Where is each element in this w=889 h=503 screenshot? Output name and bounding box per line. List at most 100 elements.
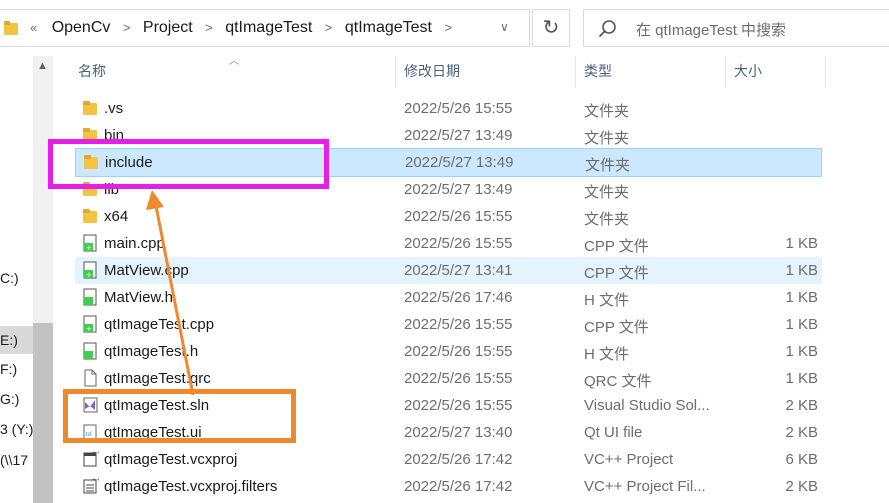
nav-drive-e[interactable]: E:) <box>0 326 33 354</box>
address-dropdown-icon[interactable]: ∨ <box>500 20 509 34</box>
file-name: qtImageTest.vcxproj.filters <box>104 478 278 495</box>
file-row-hover[interactable]: + MatView.cpp 2022/5/27 13:41 CPP 文件 1 K… <box>75 257 822 284</box>
file-date: 2022/5/26 17:42 <box>404 451 513 468</box>
sort-ascending-icon: ︿ <box>229 56 239 67</box>
file-type: 文件夹 <box>584 211 630 228</box>
chevron-right-icon[interactable]: > <box>325 20 333 35</box>
file-date: 2022/5/26 15:55 <box>404 370 513 387</box>
column-divider[interactable] <box>825 56 826 88</box>
file-date: 2022/5/26 15:55 <box>404 316 513 333</box>
file-row[interactable]: x64 2022/5/26 15:55 文件夹 <box>75 203 822 230</box>
vcxproj-filters-icon: ++ <box>83 477 99 494</box>
nav-drive-g[interactable]: G:) <box>0 391 19 407</box>
file-date: 2022/5/27 13:41 <box>404 262 513 279</box>
breadcrumb-item[interactable]: qtImageTest <box>225 19 312 37</box>
file-size: 6 KB <box>785 451 818 468</box>
file-type: 文件夹 <box>584 130 630 147</box>
search-field[interactable]: 在 qtImageTest 中搜索 <box>583 9 889 47</box>
cpp-file-icon: + <box>83 261 97 279</box>
address-bar[interactable]: « OpenCv > Project > qtImageTest > qtIma… <box>0 9 530 47</box>
file-size: 1 KB <box>785 370 818 387</box>
breadcrumb-item[interactable]: OpenCv <box>52 19 111 37</box>
file-type: CPP 文件 <box>584 319 649 336</box>
breadcrumb-item[interactable]: Project <box>143 19 193 37</box>
file-date: 2022/5/26 15:55 <box>404 397 513 414</box>
svg-text:+: + <box>86 244 92 252</box>
search-icon <box>598 20 616 38</box>
refresh-button[interactable]: ↻ <box>532 9 570 47</box>
file-row[interactable]: + qtImageTest.cpp 2022/5/26 15:55 CPP 文件… <box>75 311 822 338</box>
file-type: CPP 文件 <box>584 265 649 282</box>
address-toolbar: « OpenCv > Project > qtImageTest > qtIma… <box>0 0 889 56</box>
scrollbar-thumb[interactable] <box>33 323 53 503</box>
cpp-file-icon: + <box>83 315 97 333</box>
breadcrumb-overflow[interactable]: « <box>30 20 37 35</box>
chevron-right-icon[interactable]: > <box>123 20 131 35</box>
file-name: qtImageTest.h <box>104 343 199 360</box>
file-type: 文件夹 <box>585 157 631 174</box>
h-file-icon <box>83 288 97 306</box>
file-name: MatView.cpp <box>104 262 189 279</box>
breadcrumb: « OpenCv > Project > qtImageTest > qtIma… <box>30 19 460 37</box>
file-date: 2022/5/27 13:49 <box>404 181 513 198</box>
svg-text:+: + <box>86 325 92 333</box>
file-date: 2022/5/26 17:46 <box>404 289 513 306</box>
file-row[interactable]: + main.cpp 2022/5/26 15:55 CPP 文件 1 KB <box>75 230 822 257</box>
file-date: 2022/5/26 15:55 <box>404 235 513 252</box>
column-divider[interactable] <box>725 56 726 88</box>
file-size: 2 KB <box>785 424 818 441</box>
column-header-date[interactable]: 修改日期 <box>404 61 460 81</box>
file-size: 2 KB <box>785 478 818 495</box>
file-row[interactable]: ++ qtImageTest.vcxproj.filters 2022/5/26… <box>75 473 822 500</box>
file-date: 2022/5/27 13:49 <box>405 154 514 171</box>
file-date: 2022/5/27 13:40 <box>404 424 513 441</box>
folder-icon <box>83 101 97 115</box>
file-row[interactable]: MatView.h 2022/5/26 17:46 H 文件 1 KB <box>75 284 822 311</box>
svg-text:++: ++ <box>92 477 99 483</box>
file-row[interactable]: ++ qtImageTest.vcxproj 2022/5/26 17:42 V… <box>75 446 822 473</box>
file-type: VC++ Project <box>584 451 674 468</box>
column-header-type[interactable]: 类型 <box>584 61 612 81</box>
file-name: x64 <box>104 208 129 225</box>
chevron-right-icon[interactable]: > <box>205 20 213 35</box>
nav-drive-f[interactable]: F:) <box>0 361 17 377</box>
column-header-size[interactable]: 大小 <box>734 61 762 81</box>
file-row[interactable]: qtImageTest.h 2022/5/26 15:55 H 文件 1 KB <box>75 338 822 365</box>
column-divider[interactable] <box>395 56 396 88</box>
file-type: Visual Studio Sol... <box>584 397 710 414</box>
file-type: QRC 文件 <box>584 373 652 390</box>
magenta-highlight-box <box>48 139 329 189</box>
refresh-icon: ↻ <box>542 17 560 39</box>
vcxproj-file-icon: ++ <box>83 450 99 467</box>
file-size: 1 KB <box>785 262 818 279</box>
navigation-pane: C:) E:) F:) G:) 3 (Y:) (\\17 <box>0 56 33 503</box>
column-header-name[interactable]: 名称 <box>78 61 106 81</box>
file-date: 2022/5/26 15:55 <box>404 208 513 225</box>
file-type: H 文件 <box>584 292 630 309</box>
file-name: qtImageTest.qrc <box>104 370 211 387</box>
scroll-up-icon[interactable]: ▲ <box>37 60 48 72</box>
file-type: Qt UI file <box>584 424 643 441</box>
file-type: VC++ Project Fil... <box>584 478 706 495</box>
nav-drive-c[interactable]: C:) <box>0 270 19 286</box>
file-row[interactable]: .vs 2022/5/26 15:55 文件夹 <box>75 95 822 122</box>
file-date: 2022/5/26 15:55 <box>404 100 513 117</box>
nav-network-drive[interactable]: (\\17 <box>0 452 28 468</box>
file-date: 2022/5/26 15:55 <box>404 343 513 360</box>
folder-icon <box>4 21 18 35</box>
nav-drive-y[interactable]: 3 (Y:) <box>0 421 33 437</box>
file-size: 1 KB <box>785 289 818 306</box>
file-size: 1 KB <box>785 316 818 333</box>
file-row[interactable]: qtImageTest.qrc 2022/5/26 15:55 QRC 文件 1… <box>75 365 822 392</box>
orange-highlight-box <box>63 389 296 443</box>
search-placeholder: 在 qtImageTest 中搜索 <box>636 22 787 39</box>
column-divider[interactable] <box>575 56 576 88</box>
file-size: 1 KB <box>785 235 818 252</box>
file-type: 文件夹 <box>584 103 630 120</box>
nav-scrollbar[interactable]: ▲ <box>33 56 53 503</box>
chevron-right-icon[interactable]: > <box>444 20 452 35</box>
breadcrumb-item[interactable]: qtImageTest <box>345 19 432 37</box>
file-type: H 文件 <box>584 346 630 363</box>
h-file-icon <box>83 342 97 360</box>
file-name: qtImageTest.vcxproj <box>104 451 238 468</box>
